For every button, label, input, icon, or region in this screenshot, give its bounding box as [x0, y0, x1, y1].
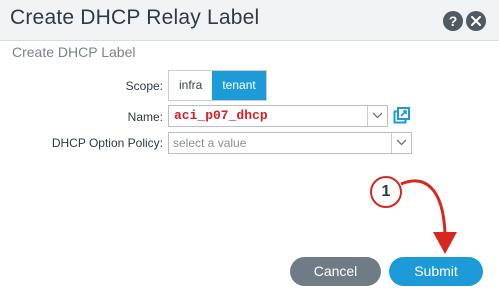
policy-dropdown-button[interactable] [391, 133, 411, 153]
dialog-header: Create DHCP Relay Label ? [0, 0, 499, 41]
close-icon[interactable] [466, 11, 486, 31]
scope-option-infra[interactable]: infra [169, 71, 213, 100]
section-title: Create DHCP Label [12, 44, 136, 60]
step-annotation-badge: 1 [370, 176, 402, 208]
annotation-arrow-icon [400, 179, 457, 254]
cancel-button[interactable]: Cancel [290, 257, 381, 286]
name-combobox[interactable]: aci_p07_dhcp [168, 105, 388, 127]
chevron-down-icon [396, 139, 407, 146]
dhcp-option-policy-select[interactable]: select a value [168, 132, 412, 154]
name-label: Name: [127, 110, 163, 124]
dhcp-option-policy-input[interactable]: select a value [173, 136, 246, 150]
name-dropdown-button[interactable] [367, 106, 387, 126]
name-value[interactable]: aci_p07_dhcp [174, 108, 268, 123]
scope-option-tenant[interactable]: tenant [212, 71, 266, 100]
dialog-title: Create DHCP Relay Label [10, 6, 260, 29]
chevron-down-icon [372, 112, 383, 119]
scope-toggle: infra tenant [168, 70, 267, 101]
scope-label: Scope: [125, 79, 163, 93]
help-icon[interactable]: ? [443, 11, 463, 31]
dhcp-option-policy-label: DHCP Option Policy: [51, 136, 163, 150]
open-in-new-window-icon[interactable] [393, 107, 410, 124]
submit-button[interactable]: Submit [389, 257, 483, 286]
create-dhcp-relay-label-dialog: Create DHCP Relay Label ? Create DHCP La… [0, 0, 499, 300]
